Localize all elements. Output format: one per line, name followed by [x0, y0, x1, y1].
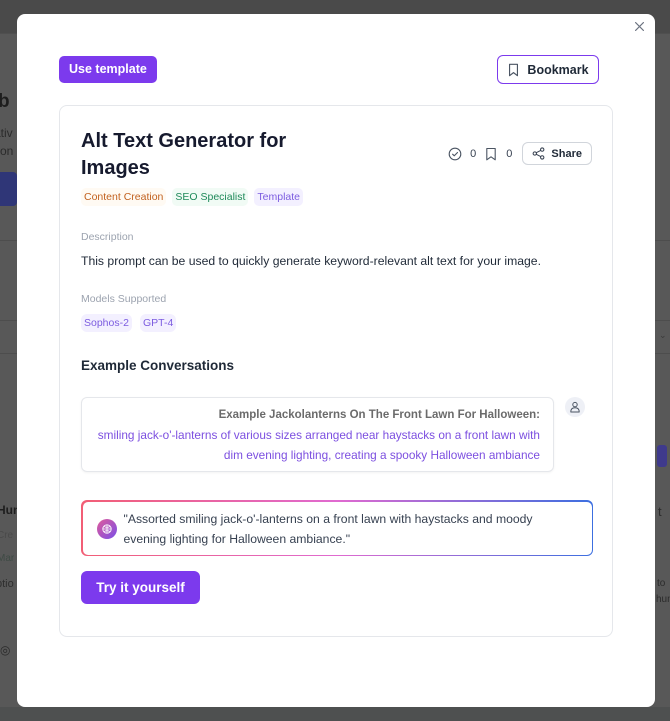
share-label: Share	[551, 147, 582, 160]
use-template-button[interactable]: Use template	[59, 56, 157, 83]
model-badge: GPT-4	[139, 314, 177, 332]
background-heading: b	[0, 91, 10, 112]
close-button[interactable]	[632, 21, 646, 35]
background-divider	[0, 240, 17, 241]
bookmark-label: Bookmark	[527, 62, 589, 77]
tag-template[interactable]: Template	[254, 188, 304, 206]
background-text: hun	[656, 594, 670, 605]
share-button[interactable]: Share	[522, 142, 592, 165]
eye-icon: ◎	[0, 643, 11, 657]
example-conversations-heading: Example Conversations	[81, 358, 235, 373]
user-avatar	[565, 397, 585, 417]
chevron-down-icon: ⌄	[659, 330, 667, 340]
ai-response-text: "Assorted smiling jack-o'-lanterns on a …	[123, 511, 533, 546]
background-divider	[0, 320, 17, 321]
prompt-card: Alt Text Generator for Images 0 0 Share …	[59, 105, 613, 637]
user-message: Example Jackolanterns On The Front Lawn …	[81, 397, 554, 472]
background-button	[657, 445, 667, 467]
share-icon	[533, 147, 545, 160]
background-footer	[0, 707, 670, 721]
tag-list: Content Creation SEO Specialist Template	[81, 188, 304, 206]
background-divider	[0, 353, 17, 354]
like-stat[interactable]: 0	[448, 147, 476, 161]
user-message-body: smiling jack-o'-lanterns of various size…	[97, 428, 540, 462]
ai-response: "Assorted smiling jack-o'-lanterns on a …	[81, 500, 593, 556]
background-text: ptio	[0, 578, 14, 590]
prompt-stats: 0 0 Share	[448, 142, 592, 165]
description-label: Description	[81, 231, 134, 243]
background-tag: Mar	[0, 553, 15, 564]
bookmark-stat[interactable]: 0	[484, 147, 512, 161]
background-text: t	[658, 504, 662, 519]
check-circle-icon	[448, 147, 462, 160]
background-text: to	[657, 578, 666, 589]
model-badge: Sophos-2	[81, 314, 132, 332]
user-message-heading: Example Jackolanterns On The Front Lawn …	[218, 409, 540, 421]
background-tag: Cre	[0, 530, 14, 541]
models-label: Models Supported	[81, 293, 167, 305]
ai-avatar	[96, 518, 117, 539]
try-it-yourself-button[interactable]: Try it yourself	[81, 571, 200, 604]
prompt-detail-modal: Use template Bookmark Alt Text Generator…	[17, 14, 655, 707]
prompt-title: Alt Text Generator for Images	[81, 130, 287, 179]
like-count: 0	[470, 147, 477, 160]
background-divider	[655, 320, 670, 321]
close-icon	[634, 22, 644, 31]
tag-content-creation[interactable]: Content Creation	[81, 188, 167, 206]
bookmark-icon	[509, 63, 519, 76]
brain-icon	[101, 523, 112, 534]
background-divider	[655, 353, 670, 354]
bookmark-icon	[486, 147, 497, 160]
bookmark-button[interactable]: Bookmark	[497, 55, 599, 84]
bookmark-count: 0	[506, 147, 513, 160]
background-text: tion	[0, 144, 14, 158]
model-list: Sophos-2 GPT-4	[81, 314, 177, 332]
background-text: ativ	[0, 126, 13, 140]
background-button	[0, 172, 17, 206]
description-text: This prompt can be used to quickly gener…	[81, 254, 541, 268]
user-icon	[570, 401, 580, 413]
background-divider	[655, 240, 670, 241]
tag-seo-specialist[interactable]: SEO Specialist	[172, 188, 249, 206]
